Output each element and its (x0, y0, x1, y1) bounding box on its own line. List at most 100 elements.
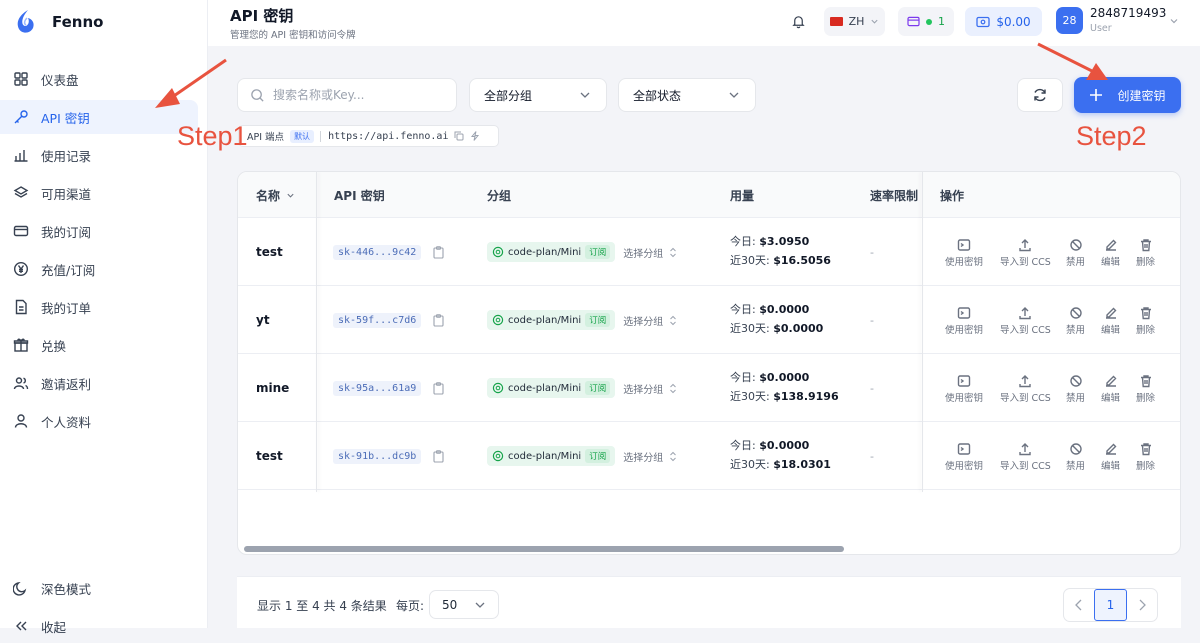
sticky-column-divider (316, 172, 317, 492)
subscription-badge: 订阅 (585, 381, 611, 395)
import-ccs-button[interactable]: 导入到 CCS (1000, 306, 1051, 336)
column-header-actions: 操作 (940, 188, 965, 203)
column-header-usage: 用量 (730, 188, 755, 203)
edit-button[interactable]: 编辑 (1101, 306, 1120, 336)
usage-30d: $18.0301 (773, 458, 831, 471)
next-page-button[interactable] (1127, 589, 1157, 621)
edit-icon (1105, 307, 1116, 319)
results-summary: 显示 1 至 4 共 4 条结果 (257, 599, 387, 613)
delete-button[interactable]: 删除 (1136, 374, 1155, 404)
current-page[interactable]: 1 (1094, 589, 1127, 621)
table-row: mine sk-95a...61a9 code-plan/Mini 订阅 选择分… (238, 354, 1180, 422)
select-group-label: 选择分组 (623, 316, 664, 328)
select-group-label: 选择分组 (623, 452, 664, 464)
month-label: 近30天: (730, 458, 774, 471)
trash-icon (1140, 239, 1151, 252)
per-page-select[interactable]: 50 (429, 590, 499, 619)
edit-icon (1105, 443, 1116, 455)
action-label: 禁用 (1066, 393, 1086, 404)
action-label: 使用密钥 (945, 461, 984, 472)
select-group-label: 选择分组 (623, 248, 664, 260)
ban-icon (1069, 239, 1082, 251)
use-key-button[interactable]: 使用密钥 (945, 238, 983, 268)
openai-icon (492, 450, 504, 462)
month-label: 近30天: (730, 322, 774, 335)
delete-button[interactable]: 删除 (1136, 306, 1155, 336)
column-header-group: 分组 (487, 188, 512, 203)
group-name: code-plan/Mini (508, 450, 582, 462)
header-name-label: 名称 (256, 188, 281, 203)
terminal-icon (957, 239, 971, 251)
usage-today: $0.0000 (759, 371, 810, 384)
delete-button[interactable]: 删除 (1136, 442, 1155, 472)
disable-button[interactable]: 禁用 (1066, 238, 1085, 268)
action-label: 导入到 CCS (1000, 257, 1051, 268)
import-ccs-button[interactable]: 导入到 CCS (1000, 374, 1051, 404)
action-label: 编辑 (1101, 393, 1121, 404)
edit-button[interactable]: 编辑 (1101, 238, 1120, 268)
action-label: 删除 (1136, 325, 1156, 336)
ban-icon (1069, 375, 1082, 387)
sticky-column-divider (922, 172, 923, 492)
chevron-down-icon (475, 602, 485, 608)
usage-today: $0.0000 (759, 303, 810, 316)
step2-arrowhead (1086, 63, 1108, 80)
horizontal-scrollbar[interactable] (244, 546, 844, 552)
select-group-label: 选择分组 (623, 384, 664, 396)
subscription-badge: 订阅 (585, 245, 611, 259)
per-page-label: 每页: (396, 599, 425, 613)
terminal-icon (957, 375, 971, 387)
table-row: test sk-91b...dc9b code-plan/Mini 订阅 选择分… (238, 422, 1180, 490)
action-label: 导入到 CCS (1000, 461, 1051, 472)
month-label: 近30天: (730, 390, 774, 403)
today-label: 今日: (730, 371, 760, 384)
ban-icon (1069, 443, 1082, 455)
edit-button[interactable]: 编辑 (1101, 442, 1120, 472)
prev-page-button[interactable] (1064, 589, 1094, 621)
group-name: code-plan/Mini (508, 382, 582, 394)
clipboard-icon[interactable] (433, 313, 444, 327)
column-header-name[interactable]: 名称 (256, 172, 295, 218)
delete-button[interactable]: 删除 (1136, 238, 1155, 268)
api-key-value: sk-91b...dc9b (333, 448, 422, 464)
disable-button[interactable]: 禁用 (1066, 442, 1085, 472)
upload-icon (1019, 375, 1032, 388)
openai-icon (492, 314, 504, 326)
edit-icon (1105, 239, 1116, 251)
usage-30d: $0.0000 (773, 322, 824, 335)
use-key-button[interactable]: 使用密钥 (945, 306, 983, 336)
use-key-button[interactable]: 使用密钥 (945, 442, 983, 472)
trash-icon (1140, 443, 1151, 456)
subscription-badge: 订阅 (585, 313, 611, 327)
today-label: 今日: (730, 303, 760, 316)
group-chip: code-plan/Mini 订阅 (487, 242, 616, 262)
clipboard-icon[interactable] (433, 381, 444, 395)
select-group-dropdown[interactable]: 选择分组 (623, 313, 677, 328)
clipboard-icon[interactable] (433, 449, 444, 463)
per-page-value: 50 (442, 597, 458, 612)
api-key-value: sk-59f...c7d6 (333, 312, 422, 328)
group-chip: code-plan/Mini 订阅 (487, 310, 616, 330)
action-label: 导入到 CCS (1000, 393, 1051, 404)
terminal-icon (957, 443, 971, 455)
column-header-rate: 速率限制 (870, 188, 919, 203)
select-group-dropdown[interactable]: 选择分组 (623, 449, 677, 464)
disable-button[interactable]: 禁用 (1066, 374, 1085, 404)
group-name: code-plan/Mini (508, 246, 582, 258)
select-group-dropdown[interactable]: 选择分组 (623, 245, 677, 260)
table-row: test sk-446...9c42 code-plan/Mini 订阅 选择分… (238, 218, 1180, 286)
usage-30d: $16.5056 (773, 254, 831, 267)
rate-limit: - (870, 381, 874, 395)
import-ccs-button[interactable]: 导入到 CCS (1000, 442, 1051, 472)
clipboard-icon[interactable] (433, 245, 444, 259)
group-name: code-plan/Mini (508, 314, 582, 326)
use-key-button[interactable]: 使用密钥 (945, 374, 983, 404)
openai-icon (492, 382, 504, 394)
key-name: test (256, 449, 283, 463)
select-group-dropdown[interactable]: 选择分组 (623, 381, 677, 396)
import-ccs-button[interactable]: 导入到 CCS (1000, 238, 1051, 268)
edit-button[interactable]: 编辑 (1101, 374, 1120, 404)
step2-arrow (1037, 42, 1095, 74)
disable-button[interactable]: 禁用 (1066, 306, 1085, 336)
sort-chevron-icon (287, 193, 294, 198)
